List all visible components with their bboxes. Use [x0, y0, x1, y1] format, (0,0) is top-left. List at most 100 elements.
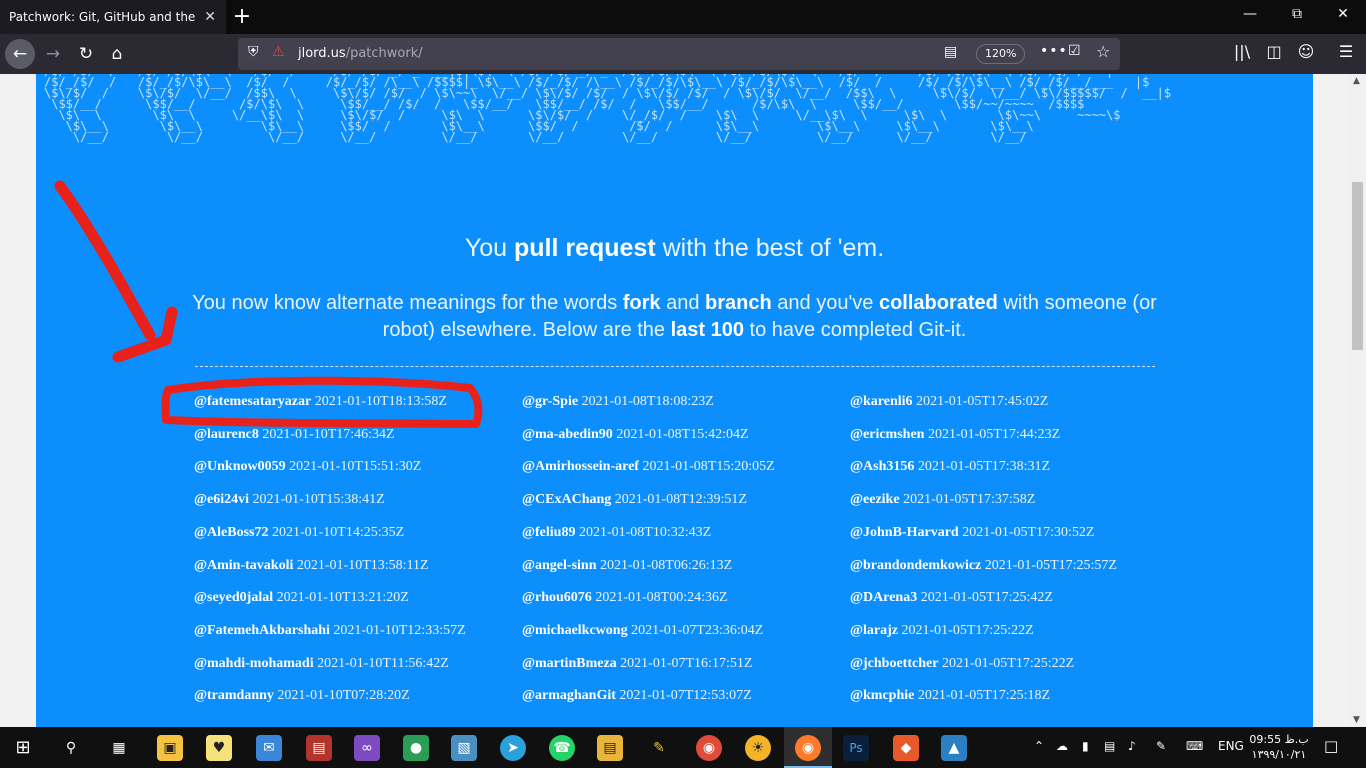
completer-username-link[interactable]: @feliu89 [522, 525, 575, 540]
bag-app-icon[interactable]: ♥ [206, 735, 232, 761]
page-scrollbar[interactable]: ▲ ▼ [1349, 74, 1366, 727]
notifications-icon[interactable]: □ [1324, 737, 1338, 755]
completer-username-link[interactable]: @angel-sinn [522, 558, 596, 573]
monitor-app-icon[interactable]: ▧ [451, 735, 477, 761]
git-app-icon[interactable]: ◆ [893, 735, 919, 761]
windows-start-icon[interactable]: ⊞ [10, 735, 36, 761]
menu-icon[interactable]: ☰ [1334, 42, 1358, 61]
completer-username-link[interactable]: @CExAChang [522, 492, 611, 507]
completer-username-link[interactable]: @mahdi-mohamadi [194, 656, 314, 671]
scroll-up-icon[interactable]: ▲ [1353, 76, 1360, 86]
completer-username-link[interactable]: @Amirhossein-aref [522, 459, 639, 474]
active-tab[interactable]: Patchwork: Git, GitHub and the Pull ✕ [0, 0, 226, 34]
address-bar[interactable]: ⛨ ⚠ jlord.us/patchwork/ ▤ 120% ••• ☑ ☆ [238, 38, 1120, 70]
weather-icon[interactable]: ☀ [745, 735, 771, 761]
forward-arrow-icon[interactable]: → [38, 39, 68, 69]
completer-username-link[interactable]: @Ash3156 [850, 459, 914, 474]
star-icon[interactable]: ☆ [1096, 42, 1110, 61]
pen-icon[interactable]: ✎ [1156, 739, 1166, 753]
reader-view-icon[interactable]: ▤ [944, 44, 957, 60]
completer-entry: @Amirhossein-aref 2021-01-08T15:20:05Z [522, 459, 775, 475]
volume-icon[interactable]: ♪ [1128, 739, 1136, 753]
completer-username-link[interactable]: @michaelkcwong [522, 623, 628, 638]
onedrive-icon[interactable]: ☁ [1056, 739, 1068, 753]
completer-username-link[interactable]: @martinBmeza [522, 656, 617, 671]
completer-username-link[interactable]: @laurenc8 [194, 427, 259, 442]
completer-timestamp: 2021-01-10T13:21:20Z [276, 590, 409, 605]
tab-close-icon[interactable]: ✕ [204, 9, 216, 25]
more-dots-icon[interactable]: ••• [1040, 43, 1068, 59]
clock[interactable]: 09:55 ب.ظ ۱۳۹۹/۱۰/۲۱ [1248, 732, 1310, 762]
completer-timestamp: 2021-01-10T15:38:41Z [252, 492, 385, 507]
zoom-level-badge[interactable]: 120% [976, 44, 1026, 64]
pencil-app-icon[interactable]: ✎ [646, 735, 672, 761]
windows-taskbar: ⊞ ⚲ ▦ ▣ ♥ ✉ ▤ ∞ ● ▧ ➤ ☎ ▤ ✎ ◉ ☀ ◉ Ps ◆ ▲… [0, 727, 1366, 768]
whatsapp-icon[interactable]: ☎ [549, 735, 575, 761]
sidebar-icon[interactable]: ◫ [1262, 42, 1286, 61]
completer-timestamp: 2021-01-05T17:25:42Z [920, 590, 1053, 605]
intro-bold-collaborated: collaborated [878, 292, 998, 314]
completer-username-link[interactable]: @JohnB-Harvard [850, 525, 959, 540]
account-icon[interactable]: ☺ [1294, 42, 1318, 61]
chrome-icon[interactable]: ◉ [696, 735, 722, 761]
completer-username-link[interactable]: @jchboettcher [850, 656, 938, 671]
completer-entry: @eezike 2021-01-05T17:37:58Z [850, 492, 1035, 508]
completer-username-link[interactable]: @eezike [850, 492, 900, 507]
completer-username-link[interactable]: @Unknow0059 [194, 459, 286, 474]
battery-icon[interactable]: ▮ [1082, 739, 1089, 753]
file-explorer-icon[interactable]: ▤ [597, 735, 623, 761]
task-view-icon[interactable]: ▦ [106, 735, 132, 761]
scroll-down-icon[interactable]: ▼ [1353, 715, 1360, 725]
clock-date: ۱۳۹۹/۱۰/۲۱ [1251, 748, 1307, 761]
gitkraken-icon[interactable]: ● [403, 735, 429, 761]
language-indicator[interactable]: ENG [1218, 739, 1244, 753]
store-icon[interactable]: ▣ [157, 735, 183, 761]
keyboard-icon[interactable]: ⌨ [1186, 739, 1203, 753]
library-icon[interactable]: ||\ [1230, 42, 1254, 61]
shield-icon[interactable]: ⛨ [248, 44, 259, 60]
pocket-icon[interactable]: ☑ [1068, 43, 1081, 59]
photoshop-icon[interactable]: Ps [843, 735, 869, 761]
completer-username-link[interactable]: @armaghanGit [522, 688, 616, 703]
tray-chevron-icon[interactable]: ⌃ [1034, 739, 1044, 753]
completer-username-link[interactable]: @FatemehAkbarshahi [194, 623, 330, 638]
scroll-thumb[interactable] [1352, 182, 1363, 350]
completer-entry: @brandondemkowicz 2021-01-05T17:25:57Z [850, 558, 1117, 574]
completer-username-link[interactable]: @e6i24vi [194, 492, 249, 507]
completer-username-link[interactable]: @fatemesataryazar [194, 394, 311, 409]
completer-entry: @e6i24vi 2021-01-10T15:38:41Z [194, 492, 385, 508]
completer-username-link[interactable]: @Amin-tavakoli [194, 558, 293, 573]
completer-username-link[interactable]: @brandondemkowicz [850, 558, 981, 573]
completer-username-link[interactable]: @DArena3 [850, 590, 917, 605]
telegram-icon[interactable]: ➤ [500, 735, 526, 761]
completer-username-link[interactable]: @rhou6076 [522, 590, 592, 605]
completer-entry: @rhou6076 2021-01-08T00:24:36Z [522, 590, 728, 606]
winrar-icon[interactable]: ▤ [306, 735, 332, 761]
url-text[interactable]: jlord.us/patchwork/ [298, 46, 423, 61]
new-tab-button[interactable]: + [232, 4, 252, 29]
completer-username-link[interactable]: @tramdanny [194, 688, 274, 703]
url-path: /patchwork/ [345, 46, 423, 61]
insecure-lock-icon[interactable]: ⚠ [272, 44, 285, 60]
firefox-icon[interactable]: ◉ [795, 735, 821, 761]
completer-username-link[interactable]: @seyed0jalal [194, 590, 273, 605]
completer-username-link[interactable]: @larajz [850, 623, 898, 638]
network-icon[interactable]: ▤ [1104, 739, 1115, 753]
home-icon[interactable]: ⌂ [102, 39, 132, 69]
back-arrow-icon[interactable]: ← [5, 39, 35, 69]
mail-icon[interactable]: ✉ [256, 735, 282, 761]
completer-entry: @fatemesataryazar 2021-01-10T18:13:58Z [194, 394, 447, 410]
completer-username-link[interactable]: @ma-abedin90 [522, 427, 613, 442]
reload-icon[interactable]: ↻ [71, 39, 101, 69]
search-icon[interactable]: ⚲ [58, 735, 84, 761]
window-close-icon[interactable]: ✕ [1333, 6, 1353, 22]
completer-username-link[interactable]: @karenli6 [850, 394, 913, 409]
restore-icon[interactable]: ⧉ [1287, 6, 1307, 22]
completer-username-link[interactable]: @AleBoss72 [194, 525, 268, 540]
photos-icon[interactable]: ▲ [941, 735, 967, 761]
minimize-icon[interactable]: — [1240, 6, 1260, 22]
completer-username-link[interactable]: @ericmshen [850, 427, 924, 442]
visual-studio-icon[interactable]: ∞ [354, 735, 380, 761]
completer-username-link[interactable]: @gr-Spie [522, 394, 578, 409]
completer-username-link[interactable]: @kmcphie [850, 688, 914, 703]
